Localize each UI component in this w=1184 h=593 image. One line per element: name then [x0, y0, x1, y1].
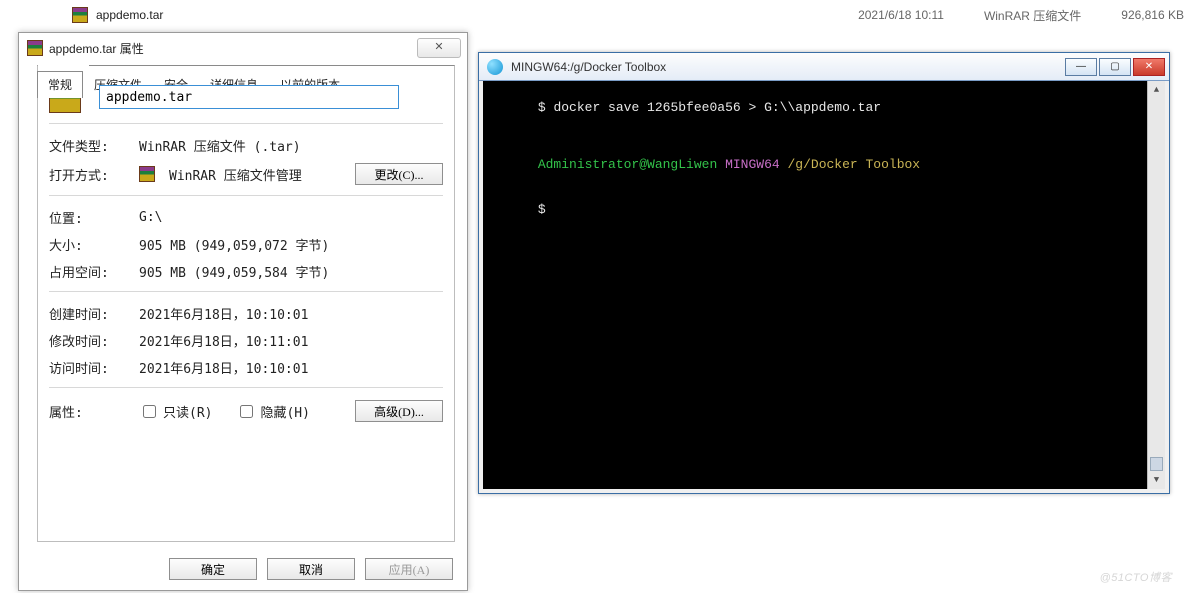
- divider: [49, 387, 443, 388]
- hidden-checkbox-box[interactable]: [240, 405, 253, 418]
- explorer-file-name: appdemo.tar: [96, 8, 818, 22]
- explorer-file-date: 2021/6/18 10:11: [858, 8, 944, 22]
- maximize-button[interactable]: ▢: [1099, 58, 1131, 76]
- explorer-file-size: 926,816 KB: [1121, 8, 1184, 22]
- terminal-titlebar[interactable]: MINGW64:/g/Docker Toolbox — ▢ ✕: [479, 53, 1169, 81]
- properties-titlebar[interactable]: appdemo.tar 属性 ✕: [19, 33, 467, 63]
- value-attributes: 只读(R) 隐藏(H) 高级(D)...: [139, 400, 443, 422]
- minimize-button[interactable]: —: [1065, 58, 1097, 76]
- ok-button[interactable]: 确定: [169, 558, 257, 580]
- apply-button[interactable]: 应用(A): [365, 558, 453, 580]
- label-attributes: 属性:: [49, 402, 139, 421]
- change-button[interactable]: 更改(C)...: [355, 163, 443, 185]
- terminal-ps-path: /g/Docker Toolbox: [787, 157, 920, 172]
- hidden-label: 隐藏(H): [260, 402, 309, 421]
- divider: [49, 123, 443, 124]
- value-created: 2021年6月18日，10:10:01: [139, 304, 443, 323]
- dialog-buttons: 确定 取消 应用(A): [169, 558, 453, 580]
- value-open-with: WinRAR 压缩文件管理 更改(C)...: [139, 163, 443, 185]
- divider: [49, 195, 443, 196]
- terminal-window: MINGW64:/g/Docker Toolbox — ▢ ✕ $ docker…: [478, 52, 1170, 494]
- scroll-thumb[interactable]: [1150, 457, 1163, 471]
- properties-body: 文件类型: WinRAR 压缩文件 (.tar) 打开方式: WinRAR 压缩…: [37, 67, 455, 542]
- readonly-checkbox[interactable]: 只读(R): [139, 402, 212, 421]
- tab-general[interactable]: 常规: [37, 71, 83, 98]
- properties-dialog: appdemo.tar 属性 ✕ 常规 压缩文件 安全 详细信息 以前的版本 文…: [18, 32, 468, 591]
- value-accessed: 2021年6月18日，10:10:01: [139, 358, 443, 377]
- terminal-ps-user: Administrator@WangLiwen: [538, 157, 717, 172]
- properties-title: appdemo.tar 属性: [49, 40, 417, 57]
- terminal-body[interactable]: $ docker save 1265bfee0a56 > G:\\appdemo…: [483, 81, 1165, 489]
- value-size: 905 MB (949,059,072 字节): [139, 235, 443, 254]
- divider: [49, 291, 443, 292]
- filename-input[interactable]: [99, 85, 399, 109]
- readonly-label: 只读(R): [163, 402, 212, 421]
- label-location: 位置:: [49, 208, 139, 227]
- hidden-checkbox[interactable]: 隐藏(H): [236, 402, 309, 421]
- scroll-up-arrow-icon[interactable]: ▲: [1148, 81, 1165, 99]
- close-button[interactable]: ✕: [417, 38, 461, 58]
- readonly-checkbox-box[interactable]: [143, 405, 156, 418]
- value-modified: 2021年6月18日，10:11:01: [139, 331, 443, 350]
- rar-app-icon: [139, 166, 155, 182]
- terminal-scrollbar[interactable]: ▲ ▼: [1147, 81, 1165, 489]
- mingw-icon: [487, 59, 503, 75]
- terminal-prompt: $: [538, 100, 546, 115]
- label-created: 创建时间:: [49, 304, 139, 323]
- rar-file-icon: [27, 40, 43, 56]
- explorer-file-row[interactable]: appdemo.tar 2021/6/18 10:11 WinRAR 压缩文件 …: [72, 4, 1184, 26]
- label-size: 大小:: [49, 235, 139, 254]
- terminal-prompt: $: [538, 202, 546, 217]
- value-location: G:\: [139, 210, 443, 225]
- open-with-app: WinRAR 压缩文件管理: [169, 165, 302, 184]
- terminal-command: docker save 1265bfee0a56 > G:\\appdemo.t…: [553, 100, 881, 115]
- terminal-ps-env: MINGW64: [725, 157, 780, 172]
- scroll-down-arrow-icon[interactable]: ▼: [1148, 471, 1165, 489]
- advanced-button[interactable]: 高级(D)...: [355, 400, 443, 422]
- watermark: @51CTO博客: [1100, 569, 1172, 585]
- value-disk: 905 MB (949,059,584 字节): [139, 262, 443, 281]
- label-accessed: 访问时间:: [49, 358, 139, 377]
- scroll-track[interactable]: [1148, 99, 1165, 457]
- label-file-type: 文件类型:: [49, 136, 139, 155]
- label-modified: 修改时间:: [49, 331, 139, 350]
- explorer-file-type: WinRAR 压缩文件: [984, 7, 1081, 24]
- label-open-with: 打开方式:: [49, 165, 139, 184]
- terminal-title: MINGW64:/g/Docker Toolbox: [511, 60, 1065, 74]
- cancel-button[interactable]: 取消: [267, 558, 355, 580]
- close-button[interactable]: ✕: [1133, 58, 1165, 76]
- rar-file-icon: [72, 7, 88, 23]
- window-controls: — ▢ ✕: [1065, 58, 1165, 76]
- label-disk: 占用空间:: [49, 262, 139, 281]
- value-file-type: WinRAR 压缩文件 (.tar): [139, 136, 443, 155]
